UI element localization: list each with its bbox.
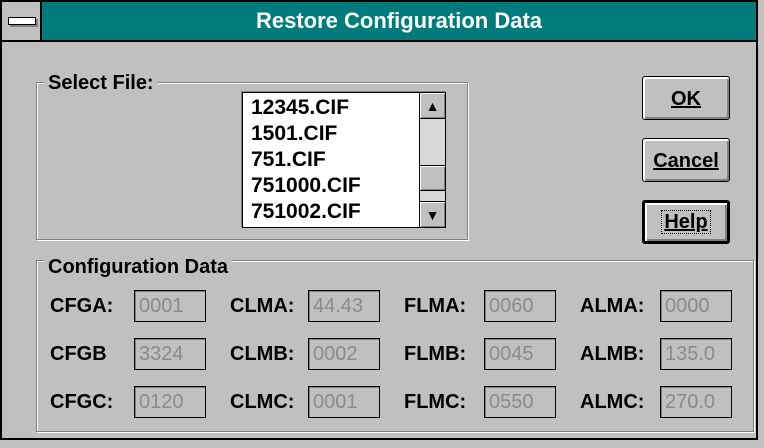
config-field-label: CLMB: — [230, 343, 295, 365]
system-menu-icon[interactable] — [2, 2, 42, 40]
file-list-item[interactable]: 751002.CIF — [251, 199, 361, 225]
file-list-item[interactable]: 751.CIF — [251, 147, 361, 173]
config-field-value: 0002 — [308, 338, 380, 370]
file-list-scrollbar[interactable]: ▲ ▼ — [419, 93, 445, 227]
arrow-down-icon[interactable]: ▼ — [420, 201, 445, 227]
file-list-item[interactable]: 751000.CIF — [251, 173, 361, 199]
config-field-label: CLMA: — [230, 295, 295, 317]
config-field-label: ALMC: — [580, 391, 645, 413]
config-field-label: FLMB: — [404, 343, 467, 365]
scroll-thumb[interactable] — [420, 165, 445, 191]
config-field-value: 44.43 — [308, 290, 380, 322]
config-field-label: FLMA: — [404, 295, 467, 317]
help-button[interactable]: Help — [642, 200, 730, 244]
file-list: 12345.CIF 1501.CIF 751.CIF 751000.CIF 751002… — [251, 95, 361, 225]
config-field-label: CFGA: — [50, 295, 114, 317]
scroll-track[interactable] — [420, 119, 445, 201]
file-listbox[interactable]: 12345.CIF 1501.CIF 751.CIF 751000.CIF 751002… — [242, 92, 446, 228]
dialog-window: Restore Configuration Data Select File: … — [0, 0, 758, 440]
config-field-value: 0550 — [484, 386, 556, 418]
config-field-label: CFGC: — [50, 391, 114, 413]
config-field-value: 0060 — [484, 290, 556, 322]
config-field-label: CFGB — [50, 343, 107, 365]
config-field-value: 0000 — [660, 290, 732, 322]
ok-button[interactable]: OK — [642, 76, 730, 120]
cancel-button[interactable]: Cancel — [642, 138, 730, 182]
config-field-value: 0001 — [134, 290, 206, 322]
window-title: Restore Configuration Data — [255, 8, 543, 33]
config-field-value: 0120 — [134, 386, 206, 418]
title-bar[interactable]: Restore Configuration Data — [2, 2, 756, 42]
help-button-label: Help — [661, 210, 711, 234]
select-file-label: Select File: — [44, 72, 158, 94]
config-field-value: 3324 — [134, 338, 206, 370]
file-list-item[interactable]: 1501.CIF — [251, 121, 361, 147]
config-field-value: 135.0 — [660, 338, 732, 370]
config-field-label: FLMC: — [404, 391, 467, 413]
config-field-label: ALMB: — [580, 343, 645, 365]
arrow-up-icon[interactable]: ▲ — [420, 93, 445, 119]
file-list-item[interactable]: 12345.CIF — [251, 95, 361, 121]
config-field-value: 0001 — [308, 386, 380, 418]
cancel-button-label: Cancel — [653, 150, 719, 172]
configuration-data-label: Configuration Data — [44, 256, 232, 278]
config-field-value: 0045 — [484, 338, 556, 370]
config-field-value: 270.0 — [660, 386, 732, 418]
config-field-label: CLMC: — [230, 391, 295, 413]
config-field-label: ALMA: — [580, 295, 645, 317]
ok-button-label: OK — [671, 88, 701, 110]
